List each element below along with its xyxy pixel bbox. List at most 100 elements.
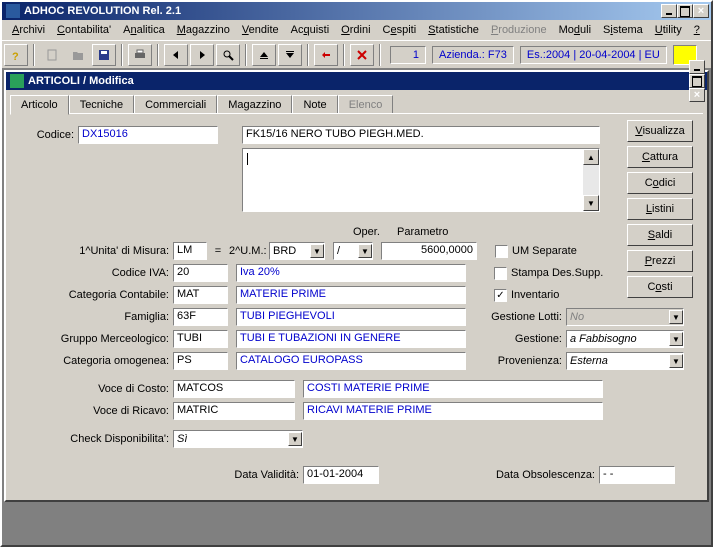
dataval-input[interactable]: 01-01-2004 [303, 466, 379, 484]
scroll-down-icon[interactable]: ▼ [583, 195, 599, 211]
new-button[interactable] [40, 44, 64, 66]
cancel-button[interactable] [314, 44, 338, 66]
menu-help[interactable]: ? [688, 23, 706, 37]
param-input[interactable]: 5600,0000 [381, 242, 477, 260]
menu-vendite[interactable]: Vendite [236, 23, 285, 37]
catomo-input[interactable]: PS [173, 352, 228, 370]
menu-ordini[interactable]: Ordini [335, 23, 376, 37]
down-button[interactable] [278, 44, 302, 66]
menu-contabilita[interactable]: Contabilita' [51, 23, 117, 37]
stampa-check[interactable]: Stampa Des.Supp. [494, 267, 603, 280]
tab-articolo[interactable]: Articolo [10, 95, 69, 115]
checkbox-icon [494, 267, 507, 280]
grpmerc-desc: TUBI E TUBAZIONI IN GENERE [236, 330, 466, 348]
up-icon [257, 48, 271, 62]
toolbar: ? 1 Azienda.: F73 Es.:2004 | 20-04-2004 … [2, 40, 711, 68]
vricavo-input[interactable]: MATRIC [173, 402, 295, 420]
visualizza-button[interactable]: Visualizza [627, 120, 693, 142]
um1-input[interactable]: LM [173, 242, 207, 260]
catcont-input[interactable]: MAT [173, 286, 228, 304]
glotti-select: No▼ [566, 308, 684, 326]
desc-textarea[interactable]: ▲ ▼ [242, 148, 600, 212]
menu-acquisti[interactable]: Acquisti [285, 23, 336, 37]
close-button[interactable] [693, 4, 709, 18]
gestione-select[interactable]: a Fabbisogno▼ [566, 330, 684, 348]
tab-magazzino[interactable]: Magazzino [217, 95, 292, 114]
articoli-window: ARTICOLI / Modifica Articolo Tecniche Co… [4, 70, 709, 502]
grpmerc-input[interactable]: TUBI [173, 330, 228, 348]
delete-button[interactable] [350, 44, 374, 66]
codiva-label: Codice IVA: [18, 267, 173, 279]
main-titlebar: ADHOC REVOLUTION Rel. 2.1 [2, 2, 711, 20]
menu-cespiti[interactable]: Cespiti [377, 23, 423, 37]
right-icon [195, 48, 209, 62]
costi-button[interactable]: Costi [627, 276, 693, 298]
codice-input[interactable]: DX15016 [78, 126, 218, 144]
svg-text:?: ? [12, 51, 19, 62]
search-button[interactable] [216, 44, 240, 66]
save-button[interactable] [92, 44, 116, 66]
side-buttons: Visualizza Cattura Codici Listini Saldi … [627, 120, 693, 298]
prezzi-button[interactable]: Prezzi [627, 250, 693, 272]
catomo-label: Categoria omogenea: [18, 355, 173, 367]
menu-produzione: Produzione [485, 23, 553, 37]
prov-select[interactable]: Esterna▼ [566, 352, 684, 370]
textarea-scrollbar[interactable]: ▲ ▼ [583, 149, 599, 211]
umsep-check[interactable]: UM Separate [495, 245, 577, 258]
scroll-up-icon[interactable]: ▲ [583, 149, 599, 165]
status-num: 1 [390, 46, 426, 64]
undo-icon [319, 48, 333, 62]
listini-button[interactable]: Listini [627, 198, 693, 220]
prev-button[interactable] [164, 44, 188, 66]
tab-commerciali[interactable]: Commerciali [134, 95, 217, 114]
desc-input[interactable]: FK15/16 NERO TUBO PIEGH.MED. [242, 126, 600, 144]
help-button[interactable]: ? [4, 44, 28, 66]
sub-maximize-button[interactable] [689, 74, 705, 88]
tab-note[interactable]: Note [292, 95, 337, 114]
vricavo-desc: RICAVI MATERIE PRIME [303, 402, 603, 420]
menu-moduli[interactable]: Moduli [553, 23, 597, 37]
um2-label: 2^U.M.: [229, 245, 269, 257]
catcont-desc: MATERIE PRIME [236, 286, 466, 304]
tab-strip: Articolo Tecniche Commerciali Magazzino … [6, 91, 707, 114]
tab-body: Visualizza Cattura Codici Listini Saldi … [10, 113, 703, 496]
sub-titlebar: ARTICOLI / Modifica [6, 72, 707, 90]
menu-analitica[interactable]: Analitica [117, 23, 171, 37]
catomo-desc: CATALOGO EUROPASS [236, 352, 466, 370]
vcosto-input[interactable]: MATCOS [173, 380, 295, 398]
open-button[interactable] [66, 44, 90, 66]
iva-input[interactable]: 20 [173, 264, 228, 282]
minimize-button[interactable] [661, 4, 677, 18]
menu-archivi[interactable]: Archivi [6, 23, 51, 37]
left-icon [169, 48, 183, 62]
menu-sistema[interactable]: Sistema [597, 23, 649, 37]
mdi-area: ARTICOLI / Modifica Articolo Tecniche Co… [2, 68, 711, 545]
menu-magazzino[interactable]: Magazzino [171, 23, 236, 37]
chevron-down-icon: ▼ [669, 354, 683, 368]
oper-select[interactable]: /▼ [333, 242, 373, 260]
sub-minimize-button[interactable] [689, 60, 705, 74]
help-icon: ? [9, 48, 23, 62]
saldi-button[interactable]: Saldi [627, 224, 693, 246]
vricavo-label: Voce di Ricavo: [18, 405, 173, 417]
cattura-button[interactable]: Cattura [627, 146, 693, 168]
print-icon [133, 48, 147, 62]
chevron-down-icon: ▼ [358, 244, 372, 258]
checkdisp-select[interactable]: Sì▼ [173, 430, 303, 448]
next-button[interactable] [190, 44, 214, 66]
down-icon [283, 48, 297, 62]
menu-utility[interactable]: Utility [649, 23, 688, 37]
print-button[interactable] [128, 44, 152, 66]
menu-statistiche[interactable]: Statistiche [422, 23, 485, 37]
codici-button[interactable]: Codici [627, 172, 693, 194]
catcont-label: Categoria Contabile: [18, 289, 173, 301]
up-button[interactable] [252, 44, 276, 66]
dataobs-input[interactable]: - - [599, 466, 675, 484]
famiglia-input[interactable]: 63F [173, 308, 228, 326]
maximize-button[interactable] [677, 4, 693, 18]
chevron-down-icon: ▼ [669, 332, 683, 346]
glotti-label: Gestione Lotti: [476, 311, 566, 323]
um2-select[interactable]: BRD▼ [269, 242, 325, 260]
tab-tecniche[interactable]: Tecniche [69, 95, 134, 114]
inv-check[interactable]: ✓Inventario [494, 289, 559, 302]
